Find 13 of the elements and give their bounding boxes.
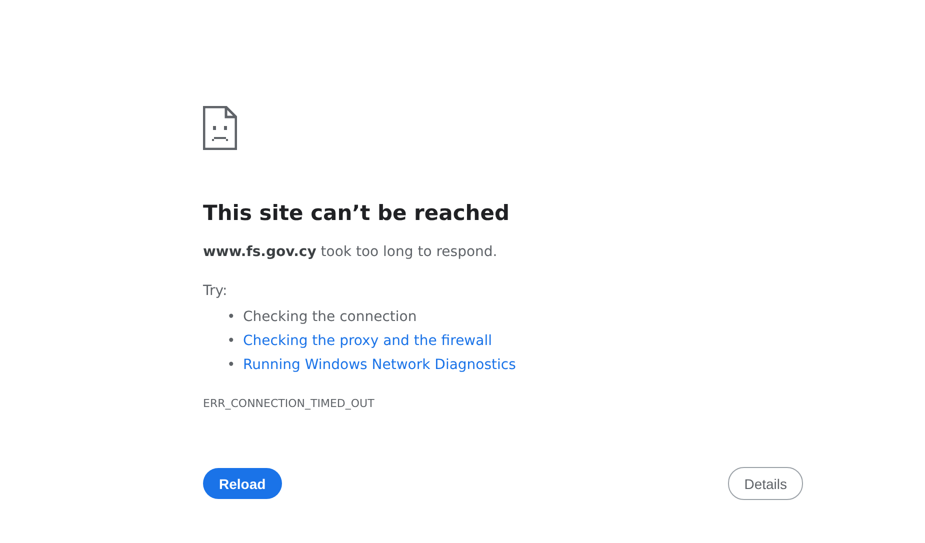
sad-page-icon [203,106,237,150]
details-button[interactable]: Details [728,467,803,500]
suggestion-link[interactable]: Running Windows Network Diagnostics [243,353,516,377]
try-label: Try: [203,282,228,301]
error-code: ERR_CONNECTION_TIMED_OUT [203,397,374,410]
error-heading: This site can’t be reached [203,200,510,227]
bullet: • [227,356,233,375]
bullet: • [227,332,233,351]
suggestion-text: Checking the connection [243,308,417,327]
error-message: www.fs.gov.cy took too long to respond. [203,243,498,262]
bullet: • [227,308,233,327]
reload-button[interactable]: Reload [203,468,282,499]
suggestion-link[interactable]: Checking the proxy and the firewall [243,329,492,353]
